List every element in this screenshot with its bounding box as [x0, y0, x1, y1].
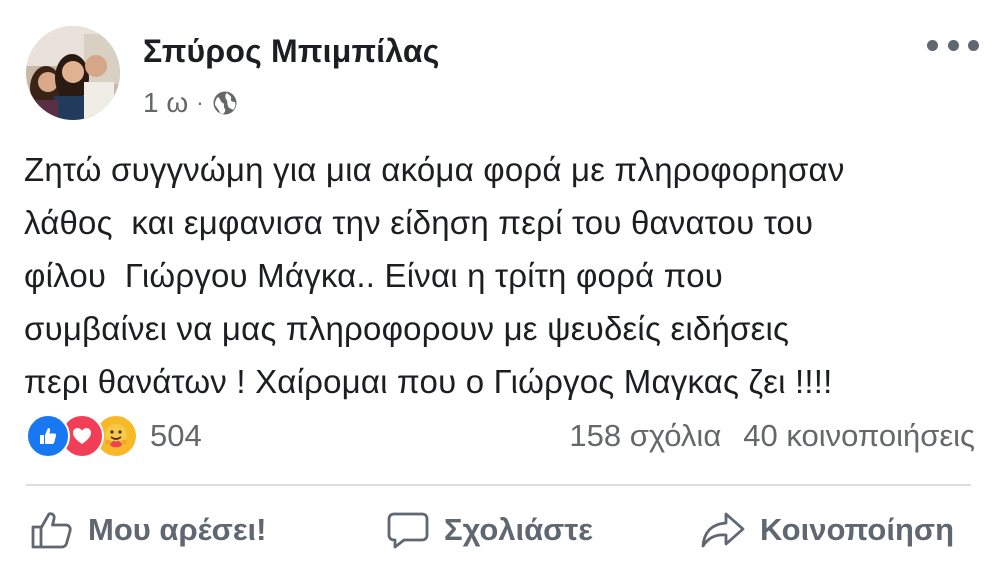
share-button[interactable]: Κοινοποίηση — [700, 500, 954, 560]
post-time[interactable]: 1 ω — [143, 87, 188, 119]
avatar[interactable] — [26, 26, 120, 120]
reactions-summary[interactable]: 504 — [26, 414, 202, 458]
engagement-counts: 158 σχόλια 40 κοινοποιήσεις — [569, 414, 975, 458]
shares-count-link[interactable]: 40 κοινοποιήσεις — [743, 418, 975, 454]
reaction-icons — [26, 414, 138, 458]
post-text-line: φίλου Γιώργου Μάγκα.. Είναι η τρίτη φορά… — [24, 257, 724, 294]
post-text-line: λάθος και εμφανισα την είδηση περί του θ… — [24, 204, 814, 241]
post-meta: 1 ω · — [143, 86, 238, 120]
facebook-post: Σπύρος Μπιμπίλας 1 ω · Ζητώ συγγνώμη για… — [0, 0, 997, 572]
like-label: Μου αρέσει! — [88, 512, 267, 547]
dot — [968, 39, 979, 51]
thumbs-up-icon — [31, 512, 72, 549]
like-button[interactable]: Μου αρέσει! — [30, 500, 267, 560]
more-options-button[interactable] — [927, 32, 979, 58]
post-text-line: συμβαίνει να μας πληροφορουν με ψευδείς … — [24, 310, 790, 347]
comment-button[interactable]: Σχολιάστε — [386, 500, 593, 560]
avatar-photo — [26, 26, 120, 120]
post-text: Ζητώ συγγνώμη για μια ακόμα φορά με πληρ… — [24, 143, 974, 408]
divider — [26, 484, 971, 486]
comment-icon — [387, 512, 429, 549]
meta-separator: · — [196, 90, 204, 115]
like-icon — [26, 414, 70, 458]
share-icon — [701, 512, 745, 548]
dot — [947, 39, 959, 51]
comments-count-link[interactable]: 158 σχόλια — [569, 418, 721, 454]
globe-icon[interactable] — [212, 90, 238, 116]
share-label: Κοινοποίηση — [760, 512, 955, 547]
comment-label: Σχολιάστε — [444, 512, 593, 547]
post-text-line: Ζητώ συγγνώμη για μια ακόμα φορά με πληρ… — [24, 151, 845, 188]
author-name[interactable]: Σπύρος Μπιμπίλας — [143, 33, 440, 70]
dot — [927, 39, 938, 51]
action-bar: Μου αρέσει! Σχολιάστε Κοινοποίηση — [0, 500, 997, 560]
post-text-line: περι θανάτων ! Χαίρομαι που ο Γιώργος Μα… — [24, 363, 833, 400]
reaction-count: 504 — [150, 418, 202, 453]
